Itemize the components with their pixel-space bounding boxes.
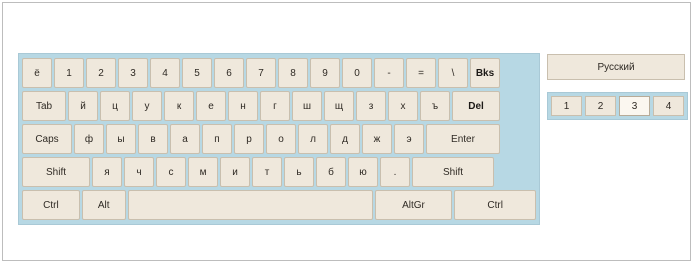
key-o[interactable]: о <box>266 124 296 154</box>
key-altgr[interactable]: AltGr <box>374 190 453 220</box>
key-8[interactable]: 8 <box>278 58 308 88</box>
key-y-short[interactable]: й <box>68 91 98 121</box>
key-u[interactable]: у <box>132 91 162 121</box>
key-i[interactable]: и <box>220 157 250 187</box>
key-e[interactable]: э <box>394 124 424 154</box>
key-ctrl-left[interactable]: Ctrl <box>22 190 80 220</box>
key-m[interactable]: м <box>188 157 218 187</box>
key-9[interactable]: 9 <box>310 58 340 88</box>
key-v[interactable]: в <box>138 124 168 154</box>
key-yo[interactable]: ё <box>22 58 52 88</box>
key-7[interactable]: 7 <box>246 58 276 88</box>
key-minus[interactable]: - <box>374 58 404 88</box>
keyboard-row-3: Caps ф ы в а п р о л д ж э Enter <box>22 124 536 154</box>
key-caps[interactable]: Caps <box>22 124 72 154</box>
key-delete[interactable]: Del <box>452 91 500 121</box>
key-yu[interactable]: ю <box>348 157 378 187</box>
key-backslash[interactable]: \ <box>438 58 468 88</box>
key-6[interactable]: 6 <box>214 58 244 88</box>
keyboard-row-2: Tab й ц у к е н г ш щ з х ъ Del <box>22 91 536 121</box>
key-3[interactable]: 3 <box>118 58 148 88</box>
key-alt[interactable]: Alt <box>81 190 126 220</box>
keyboard-row-1: ё 1 2 3 4 5 6 7 8 9 0 - = \ Bks <box>22 58 536 88</box>
key-t[interactable]: т <box>252 157 282 187</box>
key-d[interactable]: д <box>330 124 360 154</box>
key-hard-sign[interactable]: ъ <box>420 91 450 121</box>
key-enter[interactable]: Enter <box>426 124 500 154</box>
key-ye[interactable]: е <box>196 91 226 121</box>
key-kh[interactable]: х <box>388 91 418 121</box>
key-ts[interactable]: ц <box>100 91 130 121</box>
page-selector: 1 2 3 4 <box>547 92 688 120</box>
key-zh[interactable]: ж <box>362 124 392 154</box>
key-y[interactable]: ы <box>106 124 136 154</box>
key-ya[interactable]: я <box>92 157 122 187</box>
key-n[interactable]: н <box>228 91 258 121</box>
key-sh[interactable]: ш <box>292 91 322 121</box>
key-l[interactable]: л <box>298 124 328 154</box>
page-2-button[interactable]: 2 <box>585 96 616 116</box>
page-1-button[interactable]: 1 <box>551 96 582 116</box>
key-equals[interactable]: = <box>406 58 436 88</box>
key-period[interactable]: . <box>380 157 410 187</box>
on-screen-keyboard: ё 1 2 3 4 5 6 7 8 9 0 - = \ Bks Tab й ц … <box>18 53 540 225</box>
key-p[interactable]: п <box>202 124 232 154</box>
key-z[interactable]: з <box>356 91 386 121</box>
key-5[interactable]: 5 <box>182 58 212 88</box>
key-shift-left[interactable]: Shift <box>22 157 90 187</box>
page-4-button[interactable]: 4 <box>653 96 684 116</box>
key-a[interactable]: а <box>170 124 200 154</box>
key-soft-sign[interactable]: ь <box>284 157 314 187</box>
key-2[interactable]: 2 <box>86 58 116 88</box>
key-ch[interactable]: ч <box>124 157 154 187</box>
key-g[interactable]: г <box>260 91 290 121</box>
keyboard-side-panel: Русский 1 2 3 4 <box>547 54 688 124</box>
key-r[interactable]: р <box>234 124 264 154</box>
key-1[interactable]: 1 <box>54 58 84 88</box>
key-s[interactable]: с <box>156 157 186 187</box>
key-tab[interactable]: Tab <box>22 91 66 121</box>
key-shch[interactable]: щ <box>324 91 354 121</box>
key-k[interactable]: к <box>164 91 194 121</box>
key-shift-right[interactable]: Shift <box>412 157 494 187</box>
key-b[interactable]: б <box>316 157 346 187</box>
keyboard-row-4: Shift я ч с м и т ь б ю . Shift <box>22 157 536 187</box>
key-0[interactable]: 0 <box>342 58 372 88</box>
key-ctrl-right[interactable]: Ctrl <box>454 190 536 220</box>
key-f[interactable]: ф <box>74 124 104 154</box>
key-space[interactable] <box>127 190 373 220</box>
key-backspace[interactable]: Bks <box>470 58 500 88</box>
language-button[interactable]: Русский <box>547 54 685 80</box>
key-4[interactable]: 4 <box>150 58 180 88</box>
page-3-button[interactable]: 3 <box>619 96 650 116</box>
keyboard-row-5: Ctrl Alt AltGr Ctrl <box>22 190 536 220</box>
